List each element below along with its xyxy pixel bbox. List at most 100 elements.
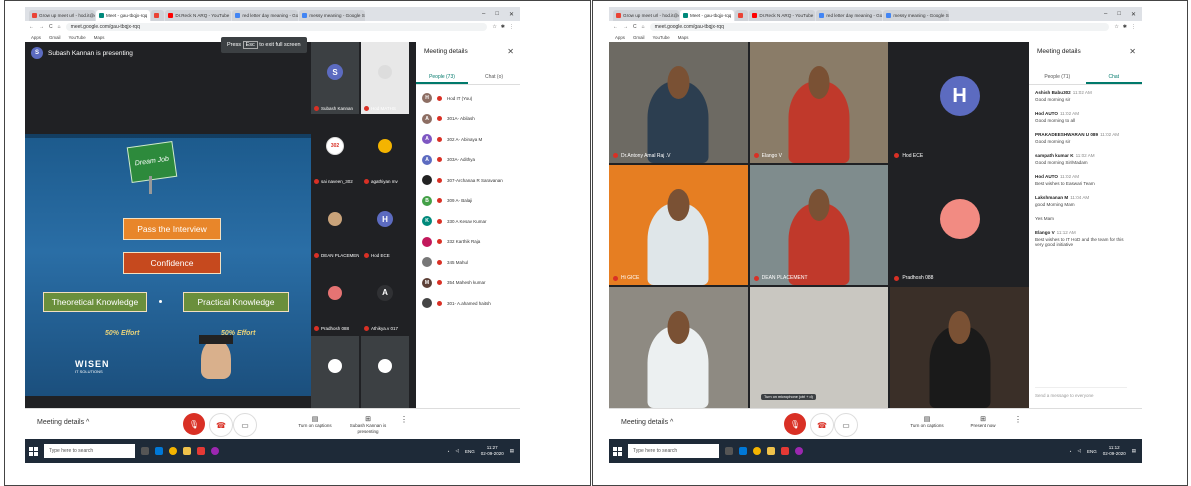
meeting-details-button[interactable]: Meeting details ^: [37, 419, 89, 426]
taskbar-search[interactable]: Type here to search: [44, 444, 135, 458]
task-view-icon[interactable]: [725, 447, 733, 455]
forward-icon[interactable]: →: [623, 24, 628, 30]
home-icon[interactable]: ⌂: [642, 24, 645, 30]
wifi-icon[interactable]: ◔: [447, 449, 450, 454]
star-icon[interactable]: ☆: [1114, 24, 1118, 30]
bookmark-item[interactable]: Apps: [615, 33, 625, 42]
hang-up-button[interactable]: ☎: [209, 413, 233, 437]
list-item[interactable]: A 302 A- Abinaya M: [416, 129, 520, 150]
notification-icon[interactable]: ▤: [1132, 448, 1136, 454]
folder-icon[interactable]: [767, 447, 775, 455]
close-icon[interactable]: ✕: [507, 47, 514, 56]
browser-tab[interactable]: Meet - gau-tbqjx-rqq: [680, 10, 735, 21]
video-tile[interactable]: [890, 287, 1029, 408]
list-item[interactable]: 307-Archanaa R Saravanan: [416, 170, 520, 191]
windows-start-icon[interactable]: [29, 446, 38, 456]
captions-button[interactable]: ▤ Turn on captions: [295, 416, 335, 429]
bookmark-item[interactable]: Gmail: [633, 33, 644, 42]
bookmark-item[interactable]: Maps: [678, 33, 689, 42]
participant-tile[interactable]: A Athikya.v 017: [361, 262, 409, 335]
app2-icon[interactable]: [211, 447, 219, 455]
clock[interactable]: 11:27 02-09-2020: [481, 445, 504, 457]
mic-off-icon[interactable]: 🎙: [183, 413, 205, 435]
more-options-icon[interactable]: ⋮: [399, 416, 409, 424]
browser-tab[interactable]: Dr.Reck N ARQ - YouTube: [749, 10, 816, 21]
bookmark-item[interactable]: YouTube: [68, 33, 85, 42]
list-item[interactable]: B 309 A- Balaji: [416, 191, 520, 212]
tab-chat[interactable]: Chat (o): [468, 70, 520, 84]
browser-tab[interactable]: Meet - gau-tbqjx-rqq: [96, 10, 151, 21]
bookmark-item[interactable]: YouTube: [652, 33, 669, 42]
close-window-icon[interactable]: ✕: [1131, 11, 1136, 18]
more-options-icon[interactable]: ⋮: [1013, 416, 1023, 424]
app-icon[interactable]: [197, 447, 205, 455]
forward-icon[interactable]: →: [39, 24, 44, 30]
notification-icon[interactable]: ▤: [510, 448, 514, 454]
chat-input[interactable]: Send a message to everyone: [1035, 387, 1127, 398]
video-tile[interactable]: H Hod ECE: [890, 42, 1029, 163]
edge-icon[interactable]: [155, 447, 163, 455]
participant-tile[interactable]: DEAN PLACEMENT: [311, 189, 359, 261]
video-tile[interactable]: Dr.Antony Amal Raj .V: [609, 42, 748, 163]
star-icon[interactable]: ☆: [492, 24, 496, 30]
tab-people[interactable]: People (73): [416, 70, 468, 84]
list-item[interactable]: 345 Mahul: [416, 252, 520, 273]
meeting-details-button[interactable]: Meeting details ^: [621, 419, 673, 426]
video-tile[interactable]: Elango V: [749, 42, 889, 163]
extension-icon[interactable]: ✱: [501, 24, 505, 30]
bookmark-item[interactable]: Maps: [94, 33, 105, 42]
browser-tab[interactable]: Grow up meet url - hod.it@ewc: [29, 10, 95, 21]
video-tile[interactable]: Hi GICE: [609, 164, 748, 286]
tab-people[interactable]: People (71): [1029, 70, 1086, 84]
browser-tab[interactable]: [735, 10, 749, 21]
participant-tile[interactable]: agathiyan mv: [361, 115, 409, 188]
edge-icon[interactable]: [739, 447, 747, 455]
url-field[interactable]: meet.google.com/gau-tbqjx-rqq: [65, 23, 488, 31]
close-icon[interactable]: ✕: [1129, 47, 1136, 56]
participant-tile[interactable]: [311, 336, 359, 408]
maximize-icon[interactable]: □: [495, 11, 499, 18]
presenting-button[interactable]: ⊞ Subash Kannan is presenting: [345, 416, 391, 435]
maximize-icon[interactable]: □: [1117, 11, 1121, 18]
list-item[interactable]: H Hod IT (You): [416, 88, 520, 109]
video-tile[interactable]: DEAN PLACEMENT: [749, 164, 889, 286]
clock[interactable]: 11:12 02-09-2020: [1103, 445, 1126, 457]
participant-tile[interactable]: S Subash Kannan: [311, 42, 359, 114]
menu-icon[interactable]: ⋮: [509, 24, 514, 30]
list-item[interactable]: A 301A- Abilash: [416, 109, 520, 130]
camera-icon[interactable]: ▭: [834, 413, 858, 437]
extension-icon[interactable]: ✱: [1123, 24, 1127, 30]
close-window-icon[interactable]: ✕: [509, 11, 514, 18]
video-tile[interactable]: [609, 287, 748, 408]
language-indicator[interactable]: ENG: [465, 449, 475, 454]
participant-tile[interactable]: 302 sai naveen_302: [311, 115, 359, 188]
participant-tile[interactable]: H Hod ECE: [361, 189, 409, 261]
browser-tab[interactable]: [151, 10, 165, 21]
browser-tab[interactable]: Grow up meet url - hod.it@ewc: [613, 10, 679, 21]
captions-button[interactable]: ▤ Turn on captions: [907, 416, 947, 429]
chrome-icon[interactable]: [753, 447, 761, 455]
participant-tile[interactable]: [361, 336, 409, 408]
url-field[interactable]: meet.google.com/gau-tbqjx-rqq: [649, 23, 1110, 31]
list-item[interactable]: K 330 A Kesav Kumar: [416, 211, 520, 232]
participant-tile[interactable]: Pradhosh 088: [311, 262, 359, 335]
back-icon[interactable]: ←: [29, 24, 34, 30]
list-item[interactable]: A 303A- Adithya: [416, 150, 520, 171]
hang-up-button[interactable]: ☎: [810, 413, 834, 437]
home-icon[interactable]: ⌂: [58, 24, 61, 30]
volume-icon[interactable]: ◁: [455, 448, 458, 454]
reload-icon[interactable]: C: [633, 24, 637, 30]
list-item[interactable]: 332 Karthik Raja: [416, 232, 520, 253]
minimize-icon[interactable]: –: [1104, 11, 1107, 18]
browser-tab[interactable]: red letter day meaning - Google: [816, 10, 883, 21]
app2-icon[interactable]: [795, 447, 803, 455]
task-view-icon[interactable]: [141, 447, 149, 455]
chrome-icon[interactable]: [169, 447, 177, 455]
camera-icon[interactable]: ▭: [233, 413, 257, 437]
video-tile[interactable]: Pradhosh 088: [890, 164, 1029, 286]
browser-tab[interactable]: red letter day meaning - Google: [232, 10, 299, 21]
browser-tab[interactable]: messy meaning - Google Search: [299, 10, 366, 21]
list-item[interactable]: M 354 Mahesh kumar: [416, 273, 520, 294]
taskbar-search[interactable]: Type here to search: [628, 444, 719, 458]
tab-chat[interactable]: Chat: [1085, 70, 1142, 84]
